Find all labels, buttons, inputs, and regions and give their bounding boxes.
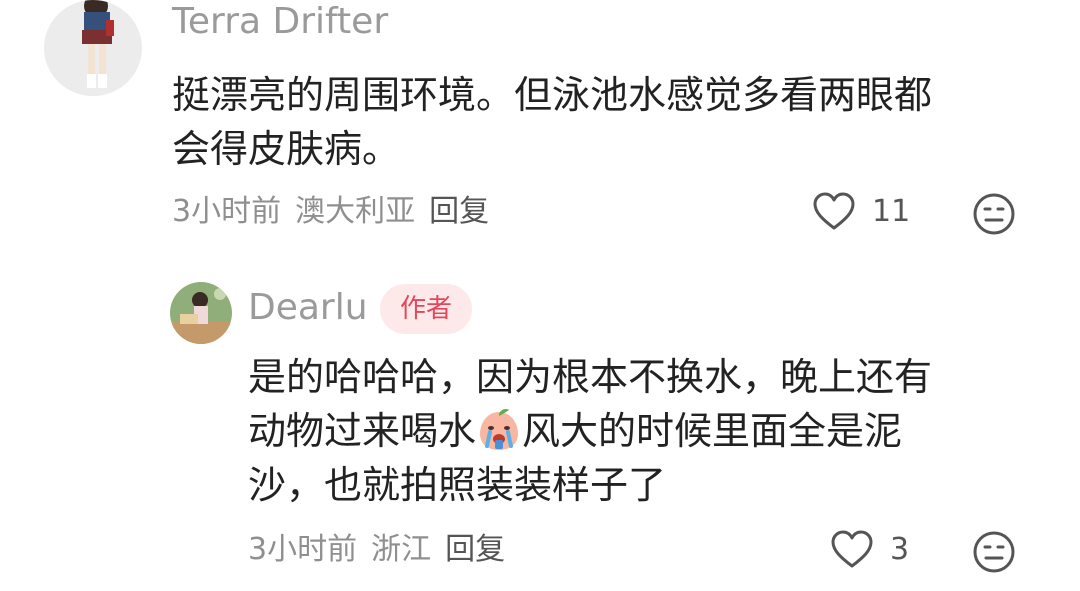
comment-line: 是的哈哈哈，因为根本不换水，晚上还有: [248, 355, 933, 399]
comment-thread: Terra Drifter 挺漂亮的周围环境。但泳池水感觉多看两眼都 会得皮肤病…: [0, 0, 1080, 591]
like-count: 11: [872, 194, 911, 229]
comment-line-part: 风大的时候里面全是泥: [522, 409, 903, 453]
heart-outline-icon[interactable]: [812, 192, 856, 232]
comment-line: 会得皮肤病。: [172, 127, 401, 171]
comment-text: 是的哈哈哈，因为根本不换水，晚上还有 动物过来喝水 风大的时候里面全是泥 沙，也…: [248, 350, 932, 512]
avatar[interactable]: [44, 0, 142, 96]
comment-time: 3小时前: [248, 532, 358, 567]
comment-time: 3小时前: [172, 194, 282, 229]
comment-line-part: 动物过来喝水: [248, 409, 477, 453]
heart-outline-icon[interactable]: [830, 530, 874, 570]
author-badge: 作者: [380, 284, 473, 334]
comment-line: 动物过来喝水 风大的时候里面全是泥: [248, 404, 932, 458]
comment-location: 澳大利亚: [295, 194, 416, 229]
comment-line: 挺漂亮的周围环境。但泳池水感觉多看两眼都: [172, 73, 933, 117]
like-count: 3: [890, 532, 910, 567]
comment-meta: 3小时前 浙江 回复: [248, 530, 519, 570]
neutral-face-icon[interactable]: [972, 192, 1016, 236]
comment-username[interactable]: Dearlu: [248, 286, 368, 330]
comment-location: 浙江: [371, 532, 432, 567]
comment-username[interactable]: Terra Drifter: [172, 0, 388, 44]
comment-line: 沙，也就拍照装装样子了: [248, 463, 667, 507]
reply-button[interactable]: 回复: [445, 532, 505, 567]
neutral-face-icon[interactable]: [972, 530, 1016, 574]
comment-text: 挺漂亮的周围环境。但泳池水感觉多看两眼都 会得皮肤病。: [172, 68, 932, 176]
comment-meta: 3小时前 澳大利亚 回复: [172, 192, 503, 232]
avatar[interactable]: [170, 282, 232, 344]
reply-button[interactable]: 回复: [429, 194, 489, 229]
crying-peach-emoji: [476, 406, 522, 452]
